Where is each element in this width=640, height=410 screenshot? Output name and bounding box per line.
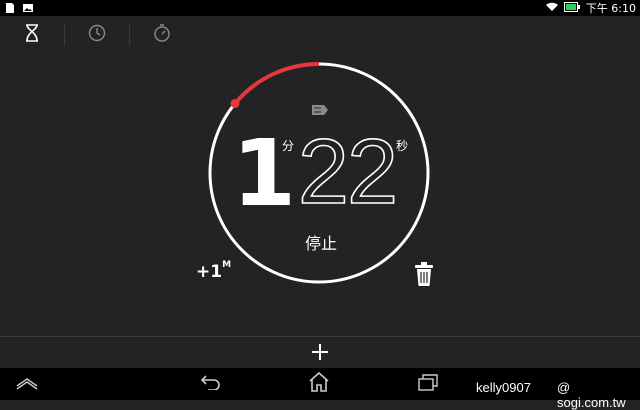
navigation-bar: kelly0907 @ sogi.com.tw xyxy=(0,368,640,410)
watermark-site: @ sogi.com.tw xyxy=(557,380,626,410)
delete-icon[interactable] xyxy=(413,261,435,291)
home-icon xyxy=(308,371,330,396)
stop-button[interactable]: 停止 xyxy=(296,232,346,256)
seconds-value: 22 xyxy=(297,121,399,223)
watermark-user: kelly0907 xyxy=(476,380,531,395)
nav-recents-button[interactable] xyxy=(413,372,443,396)
action-divider xyxy=(0,336,640,337)
nav-home-button[interactable] xyxy=(304,371,334,396)
timer-progress-handle[interactable] xyxy=(230,99,240,109)
seconds-unit: 秒 xyxy=(396,139,409,153)
minutes-value: 1 xyxy=(232,120,297,227)
minutes-unit: 分 xyxy=(282,139,295,153)
nav-up-button[interactable] xyxy=(12,372,42,396)
plus-icon xyxy=(306,344,334,368)
add-minute-label: +1 xyxy=(196,262,223,282)
nav-back-button[interactable] xyxy=(196,372,226,396)
chevron-up-icon xyxy=(15,375,39,394)
add-minute-button[interactable]: +1M xyxy=(196,260,232,282)
add-minute-suffix: M xyxy=(222,260,232,271)
label-tag-icon[interactable] xyxy=(311,101,329,120)
back-arrow-icon xyxy=(200,374,222,394)
recents-icon xyxy=(417,373,439,395)
add-timer-button[interactable] xyxy=(306,340,334,364)
timer-progress-arc xyxy=(233,62,320,105)
